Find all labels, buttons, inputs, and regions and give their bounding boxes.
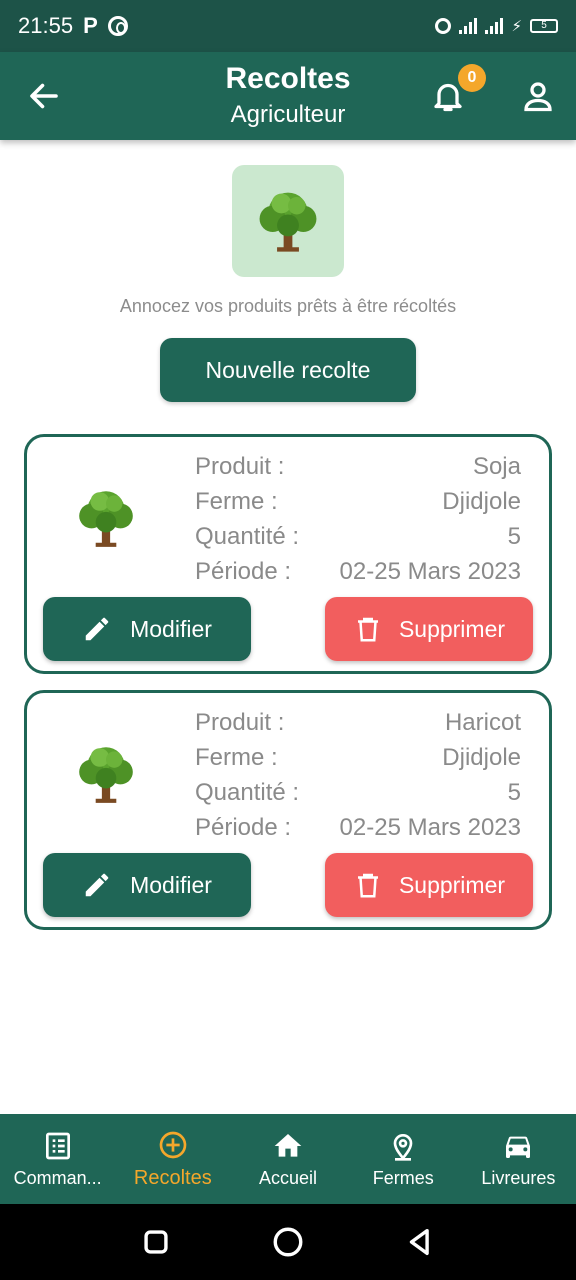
status-bar: 21:55 P ⚡ 5	[0, 0, 576, 52]
car-icon	[506, 1136, 531, 1158]
farm-value: Djidjole	[442, 487, 521, 515]
period-label: Période :	[195, 557, 292, 585]
pencil-icon	[85, 873, 109, 897]
battery-icon: 5	[530, 19, 558, 33]
farm-value: Djidjole	[442, 743, 521, 771]
nav-label: Accueil	[258, 1167, 318, 1188]
quantity-row: Quantité : 5	[195, 775, 521, 810]
nav-item-recoltes[interactable]: Recoltes	[115, 1114, 230, 1204]
delete-button[interactable]: Supprimer	[325, 597, 533, 661]
product-value: Haricot	[444, 708, 521, 736]
signal-icon-2	[485, 18, 504, 34]
signal-icon	[459, 18, 478, 34]
notification-badge: 0	[458, 64, 486, 92]
trash-icon	[357, 873, 378, 898]
tree-icon	[259, 192, 317, 252]
tree-icon	[79, 747, 133, 803]
new-harvest-button[interactable]: Nouvelle recolte	[160, 338, 416, 402]
harvest-card: Produit : Haricot Ferme : Djidjole Quant…	[24, 690, 552, 930]
tree-icon	[79, 491, 133, 547]
harvest-card: Produit : Soja Ferme : Djidjole Quantité…	[24, 434, 552, 674]
farm-label: Ferme :	[195, 487, 278, 515]
modify-label: Modifier	[130, 615, 212, 642]
back-button-icon[interactable]	[403, 1225, 437, 1259]
product-row: Produit : Haricot	[195, 705, 521, 740]
delete-button[interactable]: Supprimer	[325, 853, 533, 917]
quantity-value: 5	[507, 522, 521, 550]
recent-apps-icon[interactable]	[139, 1225, 173, 1259]
nav-item-accueil[interactable]: Accueil	[230, 1114, 345, 1204]
period-row: Période : 02-25 Mars 2023	[195, 810, 521, 845]
farm-row: Ferme : Djidjole	[195, 484, 521, 519]
modify-label: Modifier	[130, 871, 212, 898]
period-label: Période :	[195, 813, 292, 841]
nav-item-commandes[interactable]: Comman...	[0, 1114, 115, 1204]
product-value: Soja	[472, 452, 521, 480]
list-icon	[45, 1132, 70, 1159]
page-subtitle: Agriculteur	[230, 101, 346, 128]
farm-row: Ferme : Djidjole	[195, 740, 521, 775]
alarm-icon	[435, 18, 452, 34]
farm-label: Ferme :	[195, 743, 278, 771]
nav-label: Fermes	[372, 1167, 434, 1188]
product-label: Produit :	[195, 452, 285, 480]
modify-button[interactable]: Modifier	[43, 853, 251, 917]
charging-icon: ⚡	[511, 18, 522, 35]
status-time: 21:55	[18, 13, 74, 38]
pencil-icon	[85, 617, 109, 641]
parking-app-icon: P	[83, 13, 98, 38]
system-nav-bar	[0, 1204, 576, 1280]
quantity-value: 5	[507, 778, 521, 806]
product-row: Produit : Soja	[195, 449, 521, 484]
period-value: 02-25 Mars 2023	[339, 557, 521, 585]
quantity-label: Quantité :	[195, 778, 300, 806]
page-title: Recoltes	[225, 62, 351, 95]
home-button-icon[interactable]	[271, 1225, 305, 1259]
nav-label: Recoltes	[133, 1166, 212, 1189]
quantity-row: Quantité : 5	[195, 519, 521, 554]
hero-caption: Annocez vos produits prêts à être récolt…	[119, 296, 457, 316]
bottom-nav: Comman... Recoltes Accueil Fermes Livreu…	[0, 1114, 576, 1204]
home-icon	[274, 1133, 302, 1157]
add-circle-icon	[159, 1131, 187, 1158]
period-row: Période : 02-25 Mars 2023	[195, 554, 521, 589]
vpn-icon	[107, 16, 128, 36]
nav-item-fermes[interactable]: Fermes	[346, 1114, 461, 1204]
trash-icon	[357, 617, 378, 642]
nav-item-livreures[interactable]: Livreures	[461, 1114, 576, 1204]
location-pin-icon	[393, 1133, 413, 1161]
product-label: Produit :	[195, 708, 285, 736]
delete-label: Supprimer	[398, 615, 506, 642]
user-profile-icon[interactable]	[520, 78, 556, 114]
quantity-label: Quantité :	[195, 522, 300, 550]
app-bar: Recoltes Agriculteur 0	[0, 52, 576, 140]
delete-label: Supprimer	[398, 871, 506, 898]
modify-button[interactable]: Modifier	[43, 597, 251, 661]
hero-tree-tile	[232, 165, 344, 277]
nav-label: Comman...	[13, 1167, 102, 1188]
nav-label: Livreures	[481, 1167, 556, 1188]
period-value: 02-25 Mars 2023	[339, 813, 521, 841]
